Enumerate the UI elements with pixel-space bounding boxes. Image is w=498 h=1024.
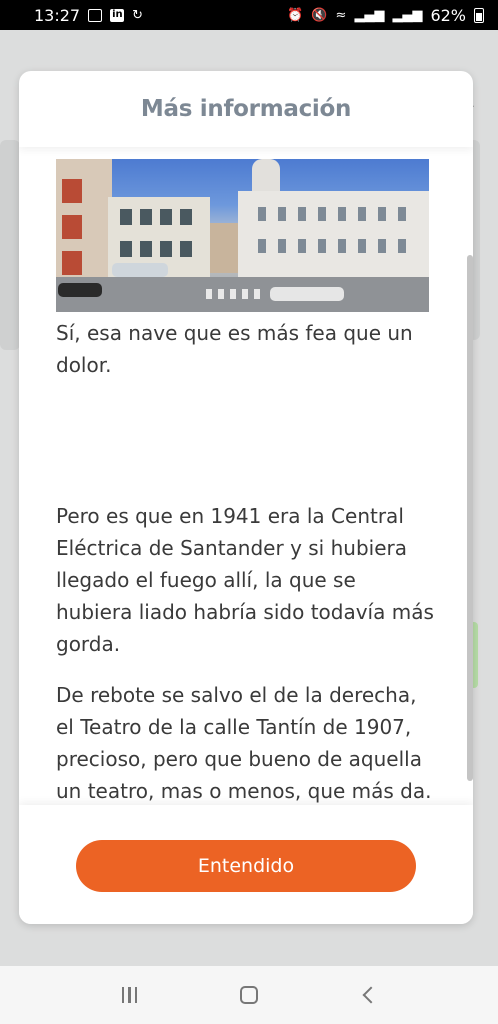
modal-header: Más información	[19, 71, 473, 147]
home-icon	[239, 986, 258, 1004]
info-modal: Más información Sí, esa nave que es más …	[19, 71, 473, 924]
battery-percent: 62%	[430, 5, 466, 25]
mute-icon: 🔇	[311, 7, 328, 23]
street-photo	[56, 159, 429, 312]
modal-footer: Entendido	[19, 805, 473, 924]
battery-icon	[474, 7, 484, 23]
info-paragraph-2: Pero es que en 1941 era la Central Eléct…	[56, 504, 434, 656]
understood-button[interactable]: Entendido	[76, 840, 416, 892]
status-bar: 13:27 in ↻ ⏰ 🔇 ≈ ▂▄▆ ▂▄▆ 62%	[0, 0, 498, 30]
modal-body[interactable]: Sí, esa nave que es más fea que un dolor…	[19, 147, 473, 805]
info-paragraph-1: Sí, esa nave que es más fea que un dolor…	[56, 321, 413, 377]
sync-icon: ↻	[132, 7, 144, 23]
linkedin-icon: in	[110, 8, 125, 22]
background-card	[0, 140, 20, 350]
home-button[interactable]	[229, 975, 269, 1015]
navigation-bar	[0, 966, 498, 1024]
alarm-icon: ⏰	[287, 7, 304, 23]
signal-icon: ▂▄▆	[392, 7, 423, 23]
back-icon	[362, 986, 380, 1004]
modal-title: Más información	[140, 96, 352, 122]
back-button[interactable]	[348, 975, 388, 1015]
info-paragraph-3: De rebote se salvo el de la derecha, el …	[56, 683, 432, 803]
scrollbar[interactable]	[467, 255, 473, 781]
image-icon	[88, 8, 103, 22]
signal-icon: ▂▄▆	[354, 7, 385, 23]
recents-icon	[121, 987, 138, 1003]
wifi-icon: ≈	[335, 7, 347, 23]
status-time: 13:27	[34, 5, 81, 25]
recents-button[interactable]	[110, 975, 150, 1015]
